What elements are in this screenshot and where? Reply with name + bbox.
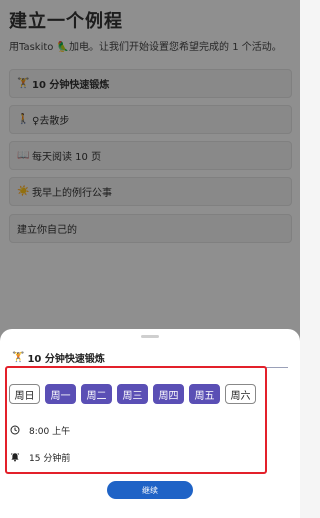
clock-icon [10, 425, 20, 435]
time-setting[interactable]: 8:00 上午 [10, 422, 70, 438]
day-toggle-wed[interactable]: 周三 [117, 384, 148, 404]
routine-name-field[interactable]: 🏋️ 10 分钟快速锻炼 [12, 348, 288, 368]
dumbbell-icon: 🏋️ [12, 352, 25, 363]
reminder-value: 15 分钟前 [29, 453, 71, 464]
reminder-setting[interactable]: 15 分钟前 [10, 449, 70, 465]
day-toggle-sun[interactable]: 周日 [9, 384, 40, 404]
sheet-drag-handle[interactable] [141, 335, 159, 338]
day-toggle-thu[interactable]: 周四 [153, 384, 184, 404]
day-toggle-sat[interactable]: 周六 [225, 384, 256, 404]
continue-button[interactable]: 继续 [107, 481, 193, 499]
routine-name-text: 10 分钟快速锻炼 [27, 354, 105, 365]
alarm-bell-icon [10, 453, 20, 462]
day-toggle-tue[interactable]: 周二 [81, 384, 112, 404]
day-toggle-fri[interactable]: 周五 [189, 384, 220, 404]
time-value: 8:00 上午 [29, 426, 71, 437]
day-toggle-mon[interactable]: 周一 [45, 384, 76, 404]
